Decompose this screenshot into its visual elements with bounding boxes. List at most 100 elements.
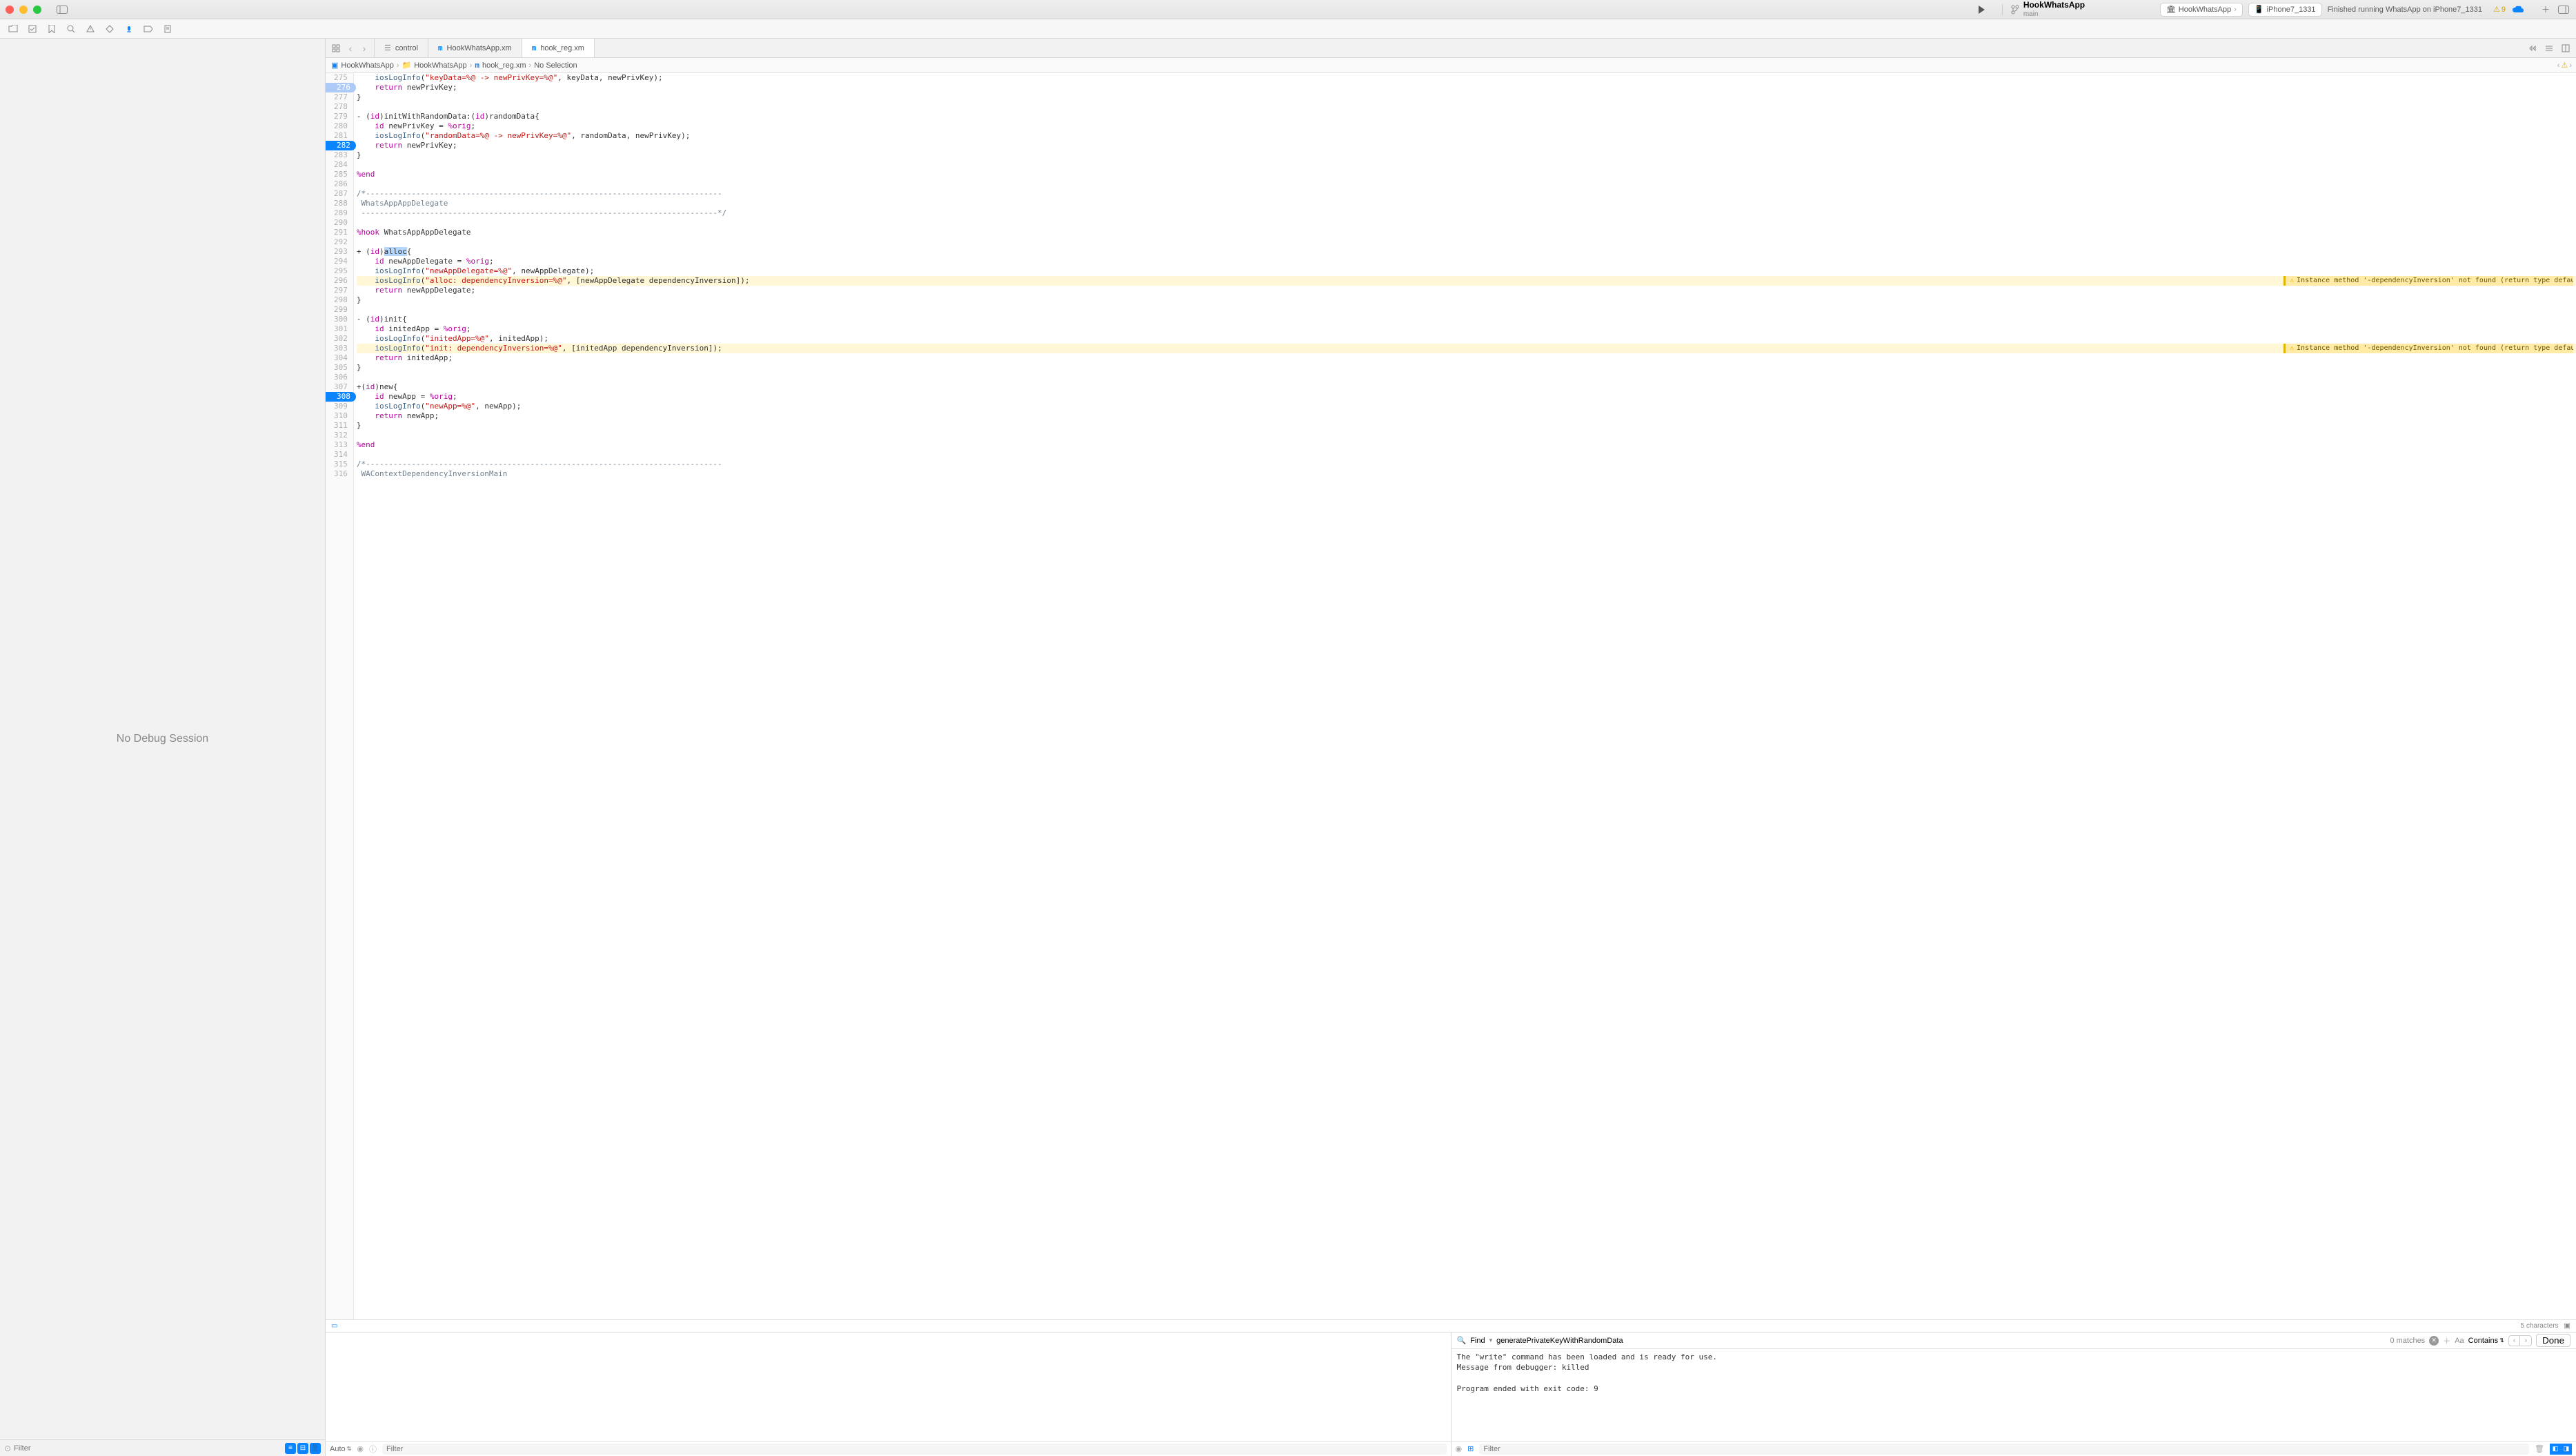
add-editor-icon[interactable] <box>2559 42 2572 55</box>
line-number[interactable]: 281 <box>326 131 353 141</box>
console-eye-icon[interactable]: ◉ <box>1456 1444 1463 1453</box>
add-tab-button[interactable]: ＋ <box>2539 3 2553 17</box>
code-line[interactable]: return newPrivKey; <box>357 83 2576 92</box>
nav-forward-button[interactable]: › <box>359 43 370 54</box>
warning-count-badge[interactable]: ⚠ 9 <box>2493 5 2506 14</box>
line-number[interactable]: 279 <box>326 112 353 121</box>
line-number[interactable]: 277 <box>326 92 353 102</box>
line-number[interactable]: 299 <box>326 305 353 315</box>
line-number[interactable]: 314 <box>326 450 353 460</box>
scheme-project-block[interactable]: HookWhatsApp main <box>2011 1 2108 17</box>
code-line[interactable]: iosLogInfo("newAppDelegate=%@", newAppDe… <box>357 266 2576 276</box>
line-number[interactable]: 287 <box>326 189 353 199</box>
line-number[interactable]: 291 <box>326 228 353 237</box>
line-number[interactable]: 282 <box>326 141 356 150</box>
find-clear-button[interactable]: ✕ <box>2429 1336 2439 1346</box>
console-debugger-icon[interactable]: ⊞ <box>1467 1444 1474 1453</box>
find-navigator-icon[interactable] <box>65 23 77 35</box>
find-match-mode[interactable]: Contains ⇅ <box>2468 1337 2504 1345</box>
find-next-button[interactable]: › <box>2520 1336 2531 1346</box>
minimize-window-button[interactable] <box>19 6 28 14</box>
find-done-button[interactable]: Done <box>2536 1334 2570 1347</box>
code-line[interactable]: } <box>357 421 2576 431</box>
toggle-vars-pane[interactable]: ◧ <box>2550 1444 2561 1455</box>
line-number[interactable]: 278 <box>326 102 353 112</box>
line-number[interactable]: 280 <box>326 121 353 131</box>
code-line[interactable]: iosLogInfo("randomData=%@ -> newPrivKey=… <box>357 131 2576 141</box>
code-line[interactable]: id newPrivKey = %orig; <box>357 121 2576 131</box>
nav-back-button[interactable]: ‹ <box>345 43 356 54</box>
code-line[interactable]: return initedApp; <box>357 353 2576 363</box>
chevron-down-icon[interactable]: ▾ <box>1489 1337 1493 1344</box>
line-number[interactable]: 285 <box>326 170 353 179</box>
code-line[interactable]: id initedApp = %orig; <box>357 324 2576 334</box>
line-number[interactable]: 308 <box>326 392 356 402</box>
code-line[interactable]: id newApp = %orig; <box>357 392 2576 402</box>
filter-chip-person[interactable]: 👤 <box>310 1443 321 1454</box>
cloud-status-icon[interactable] <box>2511 3 2525 17</box>
inline-warning[interactable]: ⚠Instance method '-dependencyInversion' … <box>2283 344 2573 353</box>
minimap-toggle-icon[interactable] <box>2526 42 2539 55</box>
run-button[interactable] <box>1974 3 1988 17</box>
library-button[interactable] <box>2557 3 2570 17</box>
line-number[interactable]: 293 <box>326 247 353 257</box>
eye-icon[interactable]: ◉ <box>357 1444 364 1453</box>
line-number[interactable]: 316 <box>326 469 353 479</box>
jumpbar-item[interactable]: 📁HookWhatsApp <box>402 61 467 70</box>
navigator-filter-input[interactable] <box>14 1444 282 1453</box>
filter-chip-crashed[interactable]: ⊟ <box>297 1443 308 1454</box>
code-line[interactable] <box>357 305 2576 315</box>
code-line[interactable]: return newAppDelegate; <box>357 286 2576 295</box>
line-number[interactable]: 275 <box>326 73 353 83</box>
variables-filter-input[interactable] <box>382 1444 1447 1455</box>
editor-tab[interactable]: mHookWhatsApp.xm <box>428 39 522 57</box>
console-filter-input[interactable] <box>1479 1444 2529 1455</box>
test-navigator-icon[interactable] <box>103 23 116 35</box>
code-line[interactable] <box>357 237 2576 247</box>
breakpoint-bar-icon[interactable]: ▭ <box>331 1322 337 1330</box>
jump-next-issue-icon[interactable]: › <box>2569 61 2572 70</box>
line-number[interactable]: 289 <box>326 208 353 218</box>
code-line[interactable]: ----------------------------------------… <box>357 208 2576 218</box>
jumpbar-item[interactable]: ▣HookWhatsApp <box>331 61 394 70</box>
line-number[interactable]: 300 <box>326 315 353 324</box>
line-number[interactable]: 286 <box>326 179 353 189</box>
code-line[interactable]: iosLogInfo("initedApp=%@", initedApp); <box>357 334 2576 344</box>
line-gutter[interactable]: 2752762772782792802812822832842852862872… <box>326 73 354 1319</box>
code-line[interactable]: +(id)new{ <box>357 382 2576 392</box>
code-line[interactable]: /*--------------------------------------… <box>357 460 2576 469</box>
line-number[interactable]: 306 <box>326 373 353 382</box>
jumpbar-item[interactable]: No Selection <box>534 61 577 70</box>
code-line[interactable]: } <box>357 363 2576 373</box>
line-number[interactable]: 315 <box>326 460 353 469</box>
find-prev-button[interactable]: ‹ <box>2509 1336 2521 1346</box>
code-content[interactable]: iosLogInfo("keyData=%@ -> newPrivKey=%@"… <box>354 73 2576 1319</box>
find-mode-label[interactable]: Find <box>1470 1337 1485 1345</box>
debug-navigator-icon[interactable] <box>123 23 135 35</box>
breakpoint-navigator-icon[interactable] <box>142 23 155 35</box>
line-number[interactable]: 301 <box>326 324 353 334</box>
code-line[interactable]: } <box>357 150 2576 160</box>
editor-layout-icon[interactable]: ▣ <box>2564 1322 2570 1330</box>
code-line[interactable] <box>357 373 2576 382</box>
zoom-window-button[interactable] <box>33 6 41 14</box>
line-number[interactable]: 302 <box>326 334 353 344</box>
code-line[interactable]: iosLogInfo("init: dependencyInversion=%@… <box>357 344 2576 353</box>
code-line[interactable]: %end <box>357 440 2576 450</box>
jump-prev-issue-icon[interactable]: ‹ <box>2557 61 2560 70</box>
code-line[interactable]: + (id)alloc{ <box>357 247 2576 257</box>
line-number[interactable]: 304 <box>326 353 353 363</box>
code-line[interactable]: iosLogInfo("keyData=%@ -> newPrivKey=%@"… <box>357 73 2576 83</box>
toggle-console-pane[interactable]: ◨ <box>2561 1444 2572 1455</box>
editor-tab[interactable]: mhook_reg.xm <box>522 39 595 57</box>
code-line[interactable]: - (id)initWithRandomData:(id)randomData{ <box>357 112 2576 121</box>
code-line[interactable]: id newAppDelegate = %orig; <box>357 257 2576 266</box>
line-number[interactable]: 303 <box>326 344 353 353</box>
line-number[interactable]: 283 <box>326 150 353 160</box>
code-line[interactable]: return newApp; <box>357 411 2576 421</box>
line-number[interactable]: 310 <box>326 411 353 421</box>
editor-tab[interactable]: ☰control <box>375 39 428 57</box>
sidebar-toggle-icon[interactable] <box>55 3 69 17</box>
code-line[interactable] <box>357 450 2576 460</box>
code-line[interactable]: } <box>357 92 2576 102</box>
